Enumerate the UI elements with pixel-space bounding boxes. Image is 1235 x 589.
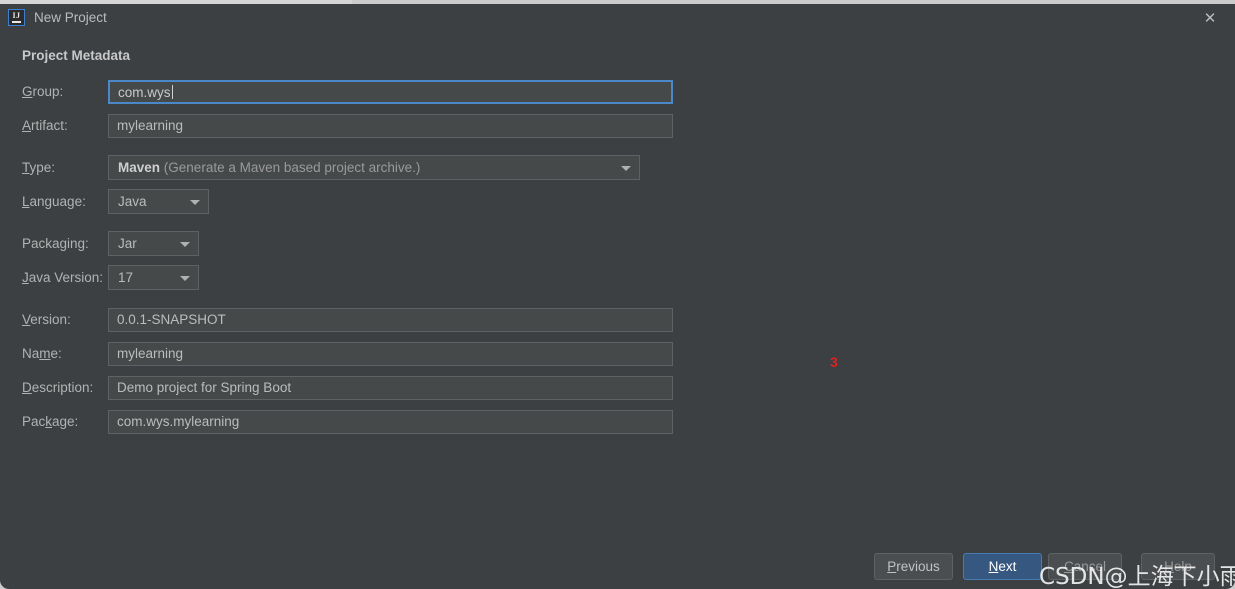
- label-version: Version:: [22, 312, 71, 327]
- label-description: Description:: [22, 380, 94, 395]
- language-dropdown[interactable]: Java: [108, 189, 209, 214]
- chevron-down-icon: [190, 200, 200, 205]
- label-project-name: Name:: [22, 346, 62, 361]
- help-button[interactable]: Help: [1141, 553, 1215, 580]
- artifact-input[interactable]: mylearning: [108, 114, 673, 138]
- previous-button[interactable]: Previous: [874, 553, 953, 580]
- chevron-down-icon: [180, 276, 190, 281]
- annotation-marker-3: 3: [830, 354, 838, 370]
- description-input[interactable]: Demo project for Spring Boot: [108, 376, 673, 400]
- cancel-button[interactable]: Cancel: [1048, 553, 1122, 580]
- java-version-dropdown[interactable]: 17: [108, 265, 199, 290]
- next-button[interactable]: Next: [963, 553, 1042, 580]
- text-caret: [171, 85, 173, 99]
- version-input[interactable]: 0.0.1-SNAPSHOT: [108, 308, 673, 332]
- label-packaging: Packaging:: [22, 236, 89, 251]
- chevron-down-icon: [621, 166, 631, 171]
- section-title: Project Metadata: [22, 48, 131, 63]
- new-project-dialog: IJ New Project ✕ Project Metadata Group:…: [0, 4, 1235, 589]
- label-type: Type:: [22, 160, 56, 175]
- type-value: Maven: [118, 160, 161, 175]
- label-artifact: Artifact:: [22, 118, 68, 133]
- chevron-down-icon: [180, 242, 190, 247]
- packaging-dropdown[interactable]: Jar: [108, 231, 199, 256]
- label-package: Package:: [22, 414, 79, 429]
- java-version-value: 17: [118, 270, 134, 285]
- language-value: Java: [118, 194, 147, 209]
- dialog-title: New Project: [34, 10, 107, 25]
- type-dropdown[interactable]: Maven (Generate a Maven based project ar…: [108, 155, 640, 180]
- packaging-value: Jar: [118, 236, 137, 251]
- group-input-value: com.wys: [118, 85, 171, 100]
- type-hint: (Generate a Maven based project archive.…: [163, 160, 421, 175]
- close-icon[interactable]: ✕: [1195, 8, 1225, 30]
- label-language: Language:: [22, 194, 86, 209]
- dialog-titlebar: IJ New Project ✕: [0, 4, 1235, 32]
- label-java-version: Java Version:: [22, 270, 104, 285]
- label-group: Group:: [22, 84, 64, 99]
- intellij-idea-icon: IJ: [8, 9, 25, 26]
- project-name-input[interactable]: mylearning: [108, 342, 673, 366]
- package-input[interactable]: com.wys.mylearning: [108, 410, 673, 434]
- group-input[interactable]: com.wys: [108, 80, 673, 104]
